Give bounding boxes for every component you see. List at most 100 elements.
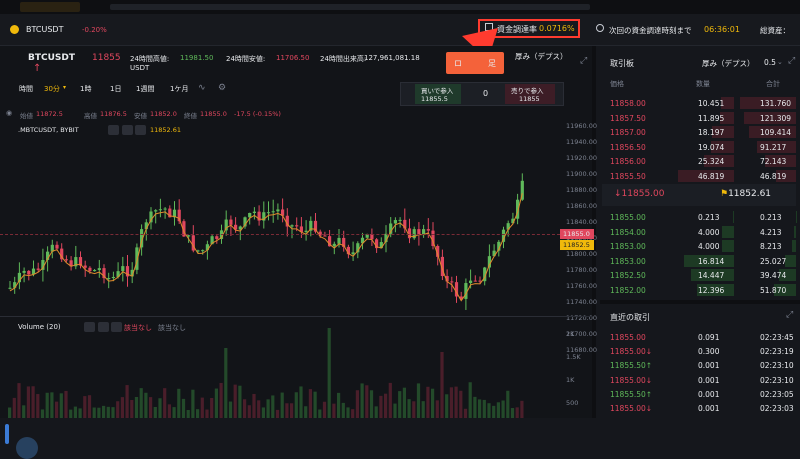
trade-row[interactable]: 11855.00↓0.30002:23:19	[602, 344, 796, 358]
interval-1w[interactable]: 1週間	[136, 84, 154, 94]
trade-time: 02:23:10	[760, 376, 794, 385]
chart-tab-label-2: 足	[488, 58, 496, 69]
order-row[interactable]: 11858.0010.451131.760	[602, 96, 796, 110]
mark-price: ⚑11852.61	[720, 189, 771, 199]
depth-tab[interactable]: 厚み（デプス）	[515, 52, 569, 62]
volume-bar	[464, 409, 467, 418]
cloud-icon[interactable]	[16, 437, 38, 459]
order-row[interactable]: 11856.0025.32472.143	[602, 154, 796, 168]
series-controls[interactable]	[108, 125, 146, 137]
volume-bar	[384, 394, 387, 418]
indicator-icon[interactable]: ∿	[198, 83, 206, 93]
chevron-down-icon[interactable]: ▾	[63, 84, 66, 91]
col-total: 合計	[766, 79, 780, 89]
visibility-eye-icon[interactable]: ◉	[6, 109, 12, 117]
volume-bar	[483, 400, 486, 418]
volume-bar	[111, 407, 114, 418]
interval-30m[interactable]: 30分	[44, 84, 60, 94]
volume-bar	[417, 383, 420, 418]
order-row[interactable]: 11855.5046.81946.819	[602, 169, 796, 183]
volume-bar	[426, 387, 429, 418]
candle-body	[305, 231, 308, 232]
bitcoin-icon	[10, 25, 19, 34]
expand-icon[interactable]: ⤢	[580, 56, 587, 66]
expand-icon[interactable]: ⤢	[788, 56, 795, 66]
recent-trades-panel: 直近の取引 ⤢ 11855.000.09102:23:4511855.00↓0.…	[600, 300, 800, 418]
qty-cell: 0.213	[698, 213, 719, 222]
volume-bar	[403, 388, 406, 418]
candle-body	[469, 281, 472, 283]
volume-tick: 2K	[566, 330, 574, 338]
ticker-symbol[interactable]: BTCUSDT	[28, 53, 75, 63]
order-row[interactable]: 11853.004.0008.213	[602, 239, 796, 253]
gear-icon[interactable]: ⚙	[218, 83, 226, 93]
interval-1mo[interactable]: 1ケ月	[170, 84, 188, 94]
qty-cell: 11.895	[698, 114, 724, 123]
scroll-handle[interactable]	[5, 424, 9, 444]
ohlc-change: -17.5 (-0.15%)	[234, 110, 281, 118]
order-row[interactable]: 11852.5014.44739.474	[602, 268, 796, 282]
index-series-name: .MBTCUSDT, BYBIT	[18, 126, 79, 134]
volume-bar	[22, 405, 25, 418]
order-row[interactable]: 11857.5011.895121.309	[602, 111, 796, 125]
volume-bar	[69, 410, 72, 418]
interval-1h[interactable]: 1時	[80, 84, 91, 94]
trade-row[interactable]: 11855.00↓0.00102:23:03	[602, 401, 796, 415]
sell-label: 売りで参入	[511, 85, 544, 95]
volume-bar	[149, 397, 152, 418]
total-cell: 109.414	[760, 128, 791, 137]
candle-body	[37, 269, 40, 270]
trade-qty: 0.001	[698, 361, 719, 370]
buy-button[interactable]: 買いで参入 11855.5	[415, 84, 461, 104]
total-cell: 8.213	[760, 242, 781, 251]
trade-row[interactable]: 11855.50↑0.00102:23:10	[602, 358, 796, 372]
order-row[interactable]: 11853.0016.81425.027	[602, 254, 796, 268]
total-cell: 46.819	[760, 172, 786, 181]
volume-bar	[13, 398, 16, 418]
order-row[interactable]: 11856.5019.07491.217	[602, 140, 796, 154]
volume-bar	[337, 393, 340, 418]
nav-menu[interactable]	[110, 4, 590, 10]
interval-time-label[interactable]: 時間	[19, 84, 33, 94]
buy-price: 11855.5	[421, 95, 448, 103]
price-cell: 11858.00	[610, 99, 646, 108]
volume-bar	[201, 398, 204, 418]
volume-bar	[88, 395, 91, 418]
volume-bar	[299, 386, 302, 418]
quantity-input[interactable]: 0	[483, 89, 488, 98]
trade-row[interactable]: 11855.50↑0.00102:23:05	[602, 387, 796, 401]
pane-divider[interactable]	[0, 316, 592, 317]
order-row[interactable]: 11852.0012.39651.870	[602, 283, 796, 297]
volume-value: 127,961,081.18	[364, 54, 420, 62]
interval-1d[interactable]: 1日	[110, 84, 121, 94]
precision-select[interactable]: 0.5	[764, 58, 776, 67]
order-row[interactable]: 11854.004.0004.213	[602, 225, 796, 239]
ohlc-high-value: 11876.5	[100, 110, 127, 118]
volume-bar	[135, 397, 138, 418]
chevron-down-icon[interactable]: ⌄	[777, 58, 783, 66]
expand-icon[interactable]: ⤢	[786, 310, 793, 320]
volume-label: 24時間出来高:	[320, 54, 366, 64]
trade-price: 11855.00↓	[610, 376, 652, 385]
logo[interactable]	[20, 2, 80, 12]
total-cell: 39.474	[760, 271, 786, 280]
order-row[interactable]: 11855.000.2130.213	[602, 210, 796, 224]
volume-bar	[220, 383, 223, 418]
trade-time: 02:23:45	[760, 333, 794, 342]
qty-cell: 4.000	[698, 242, 719, 251]
volume-bar	[450, 387, 453, 418]
order-row[interactable]: 11857.0018.197109.414	[602, 125, 796, 139]
chart-tab[interactable]: ロ 足	[446, 52, 504, 74]
sell-button[interactable]: 売りで参入 11855	[505, 84, 555, 104]
qty-cell: 12.396	[698, 286, 724, 295]
depth-toggle[interactable]: 厚み（デプス）	[702, 58, 755, 69]
volume-bar	[187, 410, 190, 418]
trade-row[interactable]: 11855.000.09102:23:45	[602, 330, 796, 344]
symbol-label[interactable]: BTCUSDT	[26, 25, 63, 34]
candle-body	[323, 236, 326, 237]
price-tick: 11800.00	[566, 250, 597, 258]
candle-body	[107, 278, 110, 279]
trade-row[interactable]: 11855.00↓0.00102:23:10	[602, 373, 796, 387]
col-qty: 数量	[696, 79, 710, 89]
open-value: 11872.5	[36, 110, 63, 118]
